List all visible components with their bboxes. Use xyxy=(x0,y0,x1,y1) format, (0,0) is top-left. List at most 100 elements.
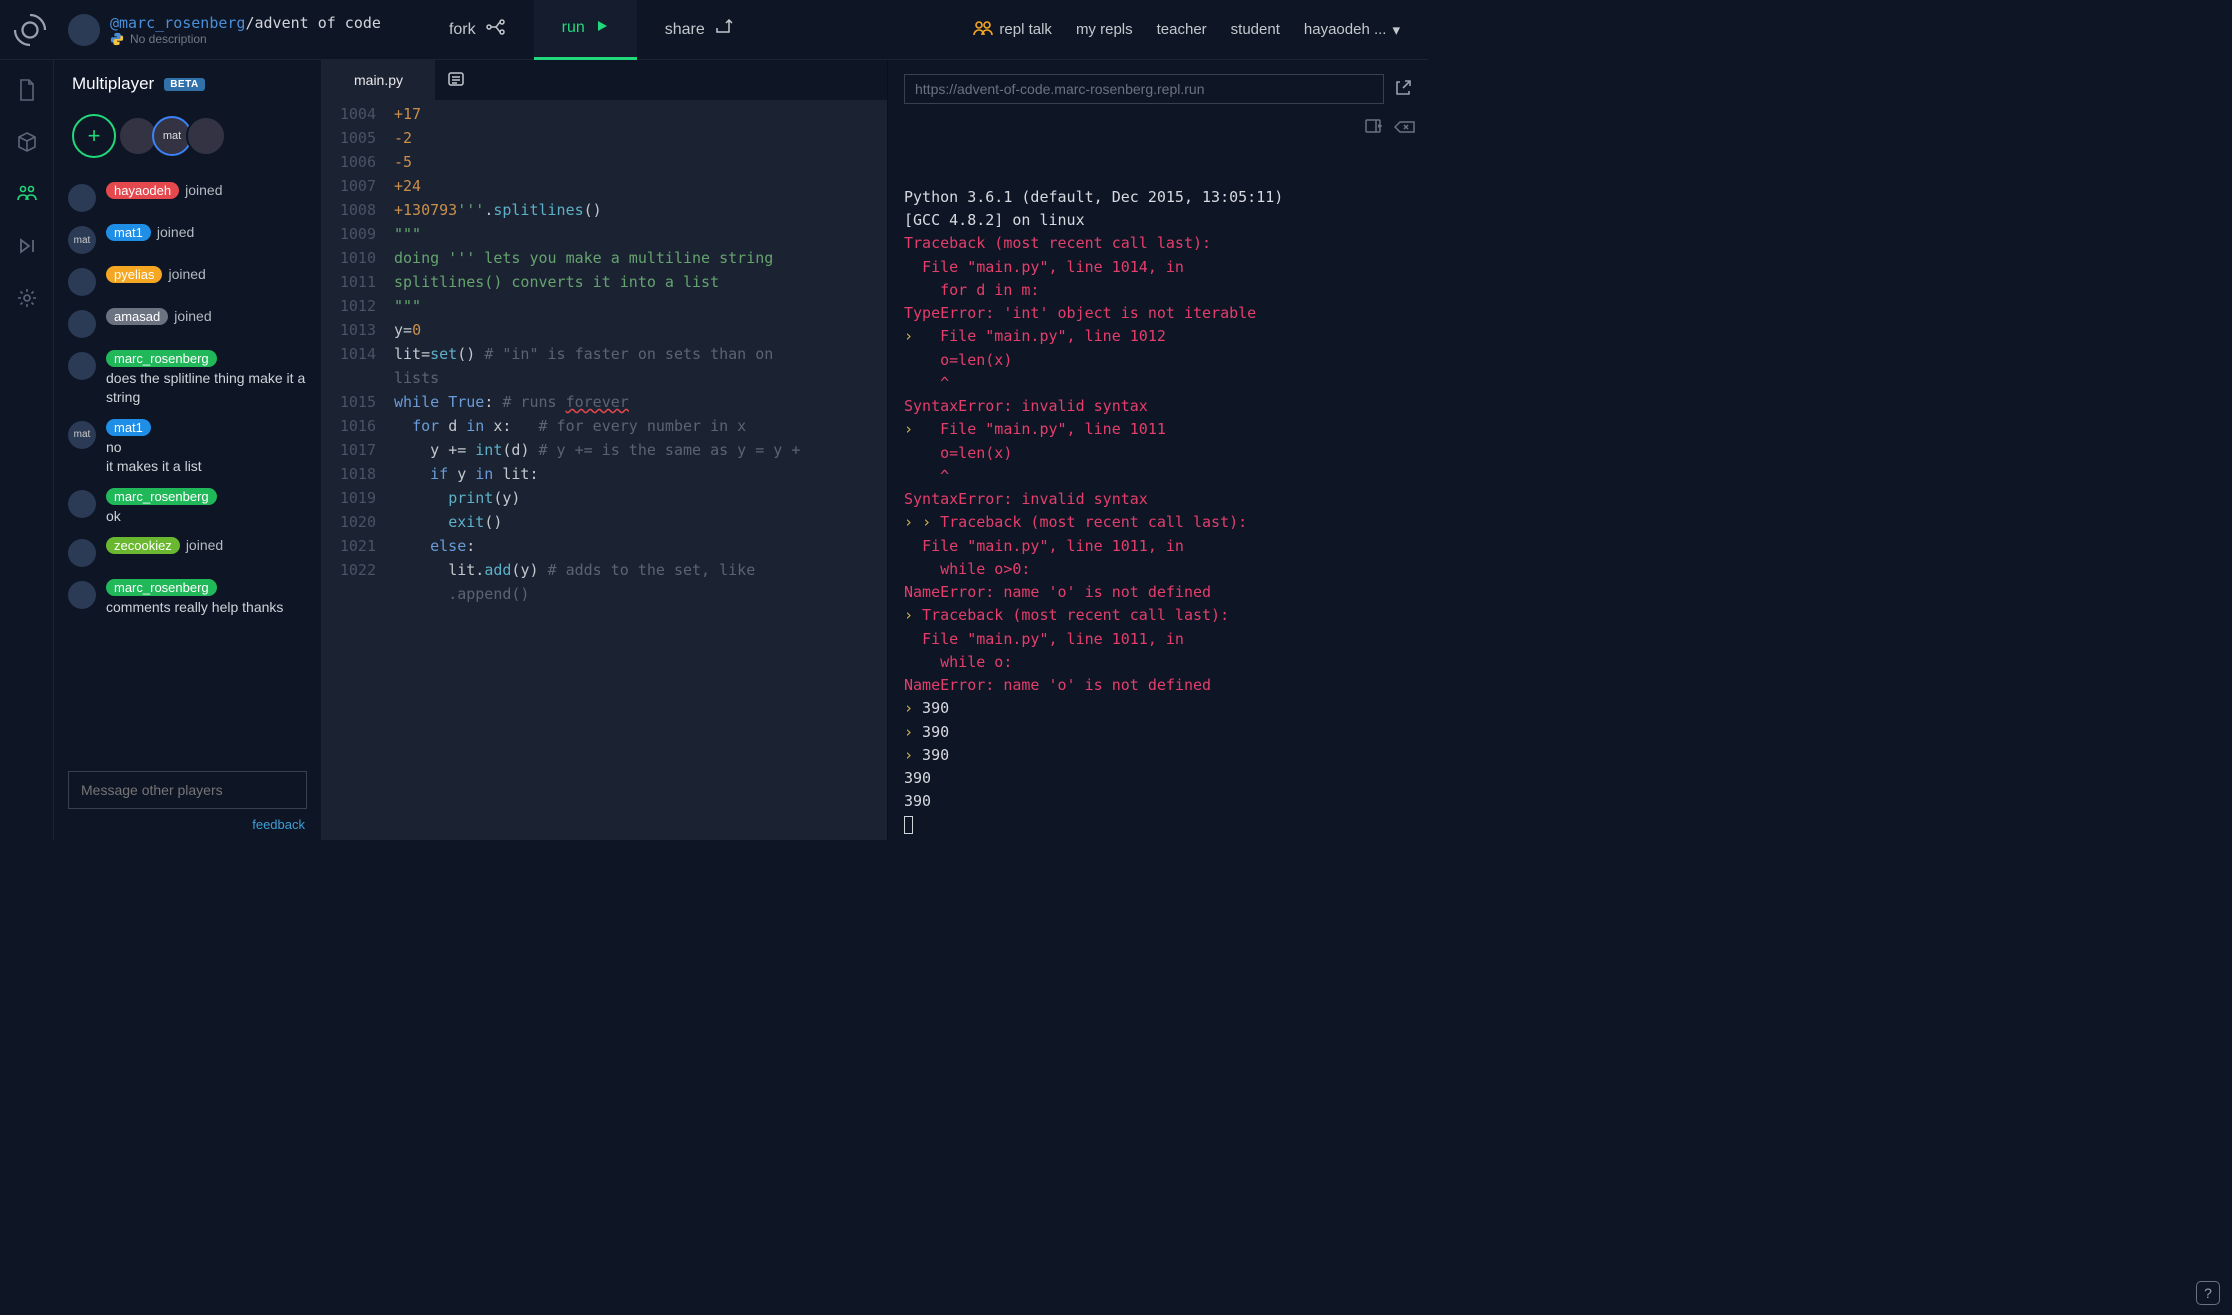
code-line[interactable]: 1007+24 xyxy=(322,174,887,198)
code-line[interactable]: 1008+130793'''.splitlines() xyxy=(322,198,887,222)
fork-icon xyxy=(486,19,506,40)
user-pill[interactable]: marc_rosenberg xyxy=(106,488,217,505)
code-content[interactable]: -5 xyxy=(394,150,412,174)
share-button[interactable]: share xyxy=(637,0,761,60)
help-button[interactable]: ? xyxy=(2196,1281,2220,1305)
code-content[interactable]: print(y) xyxy=(394,486,520,510)
code-line[interactable]: 1004+17 xyxy=(322,102,887,126)
user-pill[interactable]: amasad xyxy=(106,308,168,325)
terminal-output[interactable]: Python 3.6.1 (default, Dec 2015, 13:05:1… xyxy=(888,110,1428,840)
line-number: 1006 xyxy=(322,150,394,174)
code-content[interactable]: y=0 xyxy=(394,318,421,342)
code-content[interactable]: exit() xyxy=(394,510,502,534)
multiplayer-header: Multiplayer BETA xyxy=(54,60,321,104)
packages-icon[interactable] xyxy=(15,130,39,154)
line-number: 1009 xyxy=(322,222,394,246)
user-pill[interactable]: marc_rosenberg xyxy=(106,579,217,596)
code-content[interactable]: +130793'''.splitlines() xyxy=(394,198,602,222)
chat-item: marc_rosenbergok xyxy=(68,482,307,532)
code-line[interactable]: 1016 for d in x: # for every number in x xyxy=(322,414,887,438)
code-line[interactable]: .append() xyxy=(322,582,887,606)
code-line[interactable]: 1010doing ''' lets you make a multiline … xyxy=(322,246,887,270)
chat-message: ok xyxy=(106,507,307,526)
code-content[interactable]: lit=set() # "in" is faster on sets than … xyxy=(394,342,773,366)
terminal-line: o=len(x) xyxy=(904,442,1412,465)
code-line[interactable]: 1021 else: xyxy=(322,534,887,558)
chat-feed[interactable]: hayaodehjoinedmatmat1joinedpyeliasjoined… xyxy=(54,172,321,761)
line-number: 1013 xyxy=(322,318,394,342)
fork-button[interactable]: fork xyxy=(421,0,534,60)
code-line[interactable]: 1012""" xyxy=(322,294,887,318)
code-editor[interactable]: 1004+171005-21006-51007+241008+130793'''… xyxy=(322,100,887,840)
code-line[interactable]: lists xyxy=(322,366,887,390)
terminal-line: 390 xyxy=(904,790,1412,813)
user-pill[interactable]: mat1 xyxy=(106,224,151,241)
file-menu-icon[interactable] xyxy=(435,71,477,90)
teacher-link[interactable]: teacher xyxy=(1157,21,1207,38)
terminal-line: File "main.py", line 1011, in xyxy=(904,628,1412,651)
terminal-line: TypeError: 'int' object is not iterable xyxy=(904,302,1412,325)
run-url-input[interactable] xyxy=(904,74,1384,104)
user-pill[interactable]: mat1 xyxy=(106,419,151,436)
code-line[interactable]: 1013y=0 xyxy=(322,318,887,342)
user-pill[interactable]: hayaodeh xyxy=(106,182,179,199)
multiplayer-icon[interactable] xyxy=(15,182,39,206)
terminal-popout-icon[interactable] xyxy=(1364,118,1382,141)
code-content[interactable]: """ xyxy=(394,222,421,246)
owner-avatar[interactable] xyxy=(68,14,100,46)
code-content[interactable]: if y in lit: xyxy=(394,462,539,486)
line-number: 1005 xyxy=(322,126,394,150)
file-tab[interactable]: main.py xyxy=(322,60,435,100)
chat-item: matmat1joined xyxy=(68,218,307,260)
code-content[interactable]: +24 xyxy=(394,174,421,198)
logo-icon[interactable] xyxy=(0,12,60,48)
open-external-icon[interactable] xyxy=(1394,79,1412,100)
code-content[interactable]: """ xyxy=(394,294,421,318)
code-line[interactable]: 1011splitlines() converts it into a list xyxy=(322,270,887,294)
code-line[interactable]: 1009""" xyxy=(322,222,887,246)
joined-label: joined xyxy=(174,308,211,324)
code-line[interactable]: 1014lit=set() # "in" is faster on sets t… xyxy=(322,342,887,366)
code-line[interactable]: 1020 exit() xyxy=(322,510,887,534)
code-line[interactable]: 1015while True: # runs forever xyxy=(322,390,887,414)
run-button[interactable]: run xyxy=(534,0,637,60)
student-link[interactable]: student xyxy=(1231,21,1280,38)
settings-icon[interactable] xyxy=(15,286,39,310)
python-icon xyxy=(110,32,124,46)
code-line[interactable]: 1018 if y in lit: xyxy=(322,462,887,486)
user-pill[interactable]: marc_rosenberg xyxy=(106,350,217,367)
files-icon[interactable] xyxy=(15,78,39,102)
owner-handle[interactable]: @marc_rosenberg xyxy=(110,14,245,32)
code-content[interactable]: .append() xyxy=(394,582,529,606)
code-line[interactable]: 1005-2 xyxy=(322,126,887,150)
code-content[interactable]: -2 xyxy=(394,126,412,150)
code-content[interactable]: for d in x: # for every number in x xyxy=(394,414,746,438)
project-title[interactable]: @marc_rosenberg/advent of code xyxy=(110,14,381,32)
presence-avatar[interactable] xyxy=(186,116,226,156)
code-line[interactable]: 1022 lit.add(y) # adds to the set, like xyxy=(322,558,887,582)
user-pill[interactable]: zecookiez xyxy=(106,537,180,554)
code-content[interactable]: +17 xyxy=(394,102,421,126)
play-icon xyxy=(595,19,609,38)
repl-talk-link[interactable]: repl talk xyxy=(973,20,1052,40)
debugger-icon[interactable] xyxy=(15,234,39,258)
code-line[interactable]: 1006-5 xyxy=(322,150,887,174)
code-content[interactable]: y += int(d) # y += is the same as y = y … xyxy=(394,438,800,462)
code-content[interactable]: lit.add(y) # adds to the set, like xyxy=(394,558,755,582)
code-content[interactable]: splitlines() converts it into a list xyxy=(394,270,719,294)
code-content[interactable]: else: xyxy=(394,534,475,558)
chat-message: comments really help thanks xyxy=(106,598,307,617)
code-content[interactable]: doing ''' lets you make a multiline stri… xyxy=(394,246,773,270)
workbench: Multiplayer BETA + mat hayaodehjoinedmat… xyxy=(0,60,1428,840)
chat-input[interactable] xyxy=(68,771,307,809)
my-repls-link[interactable]: my repls xyxy=(1076,21,1133,38)
code-line[interactable]: 1019 print(y) xyxy=(322,486,887,510)
user-pill[interactable]: pyelias xyxy=(106,266,162,283)
add-player-button[interactable]: + xyxy=(72,114,116,158)
feedback-link[interactable]: feedback xyxy=(54,815,321,840)
user-menu[interactable]: hayaodeh ... ▾ xyxy=(1304,21,1400,39)
code-line[interactable]: 1017 y += int(d) # y += is the same as y… xyxy=(322,438,887,462)
terminal-clear-icon[interactable] xyxy=(1394,118,1416,141)
code-content[interactable]: lists xyxy=(394,366,439,390)
code-content[interactable]: while True: # runs forever xyxy=(394,390,629,414)
